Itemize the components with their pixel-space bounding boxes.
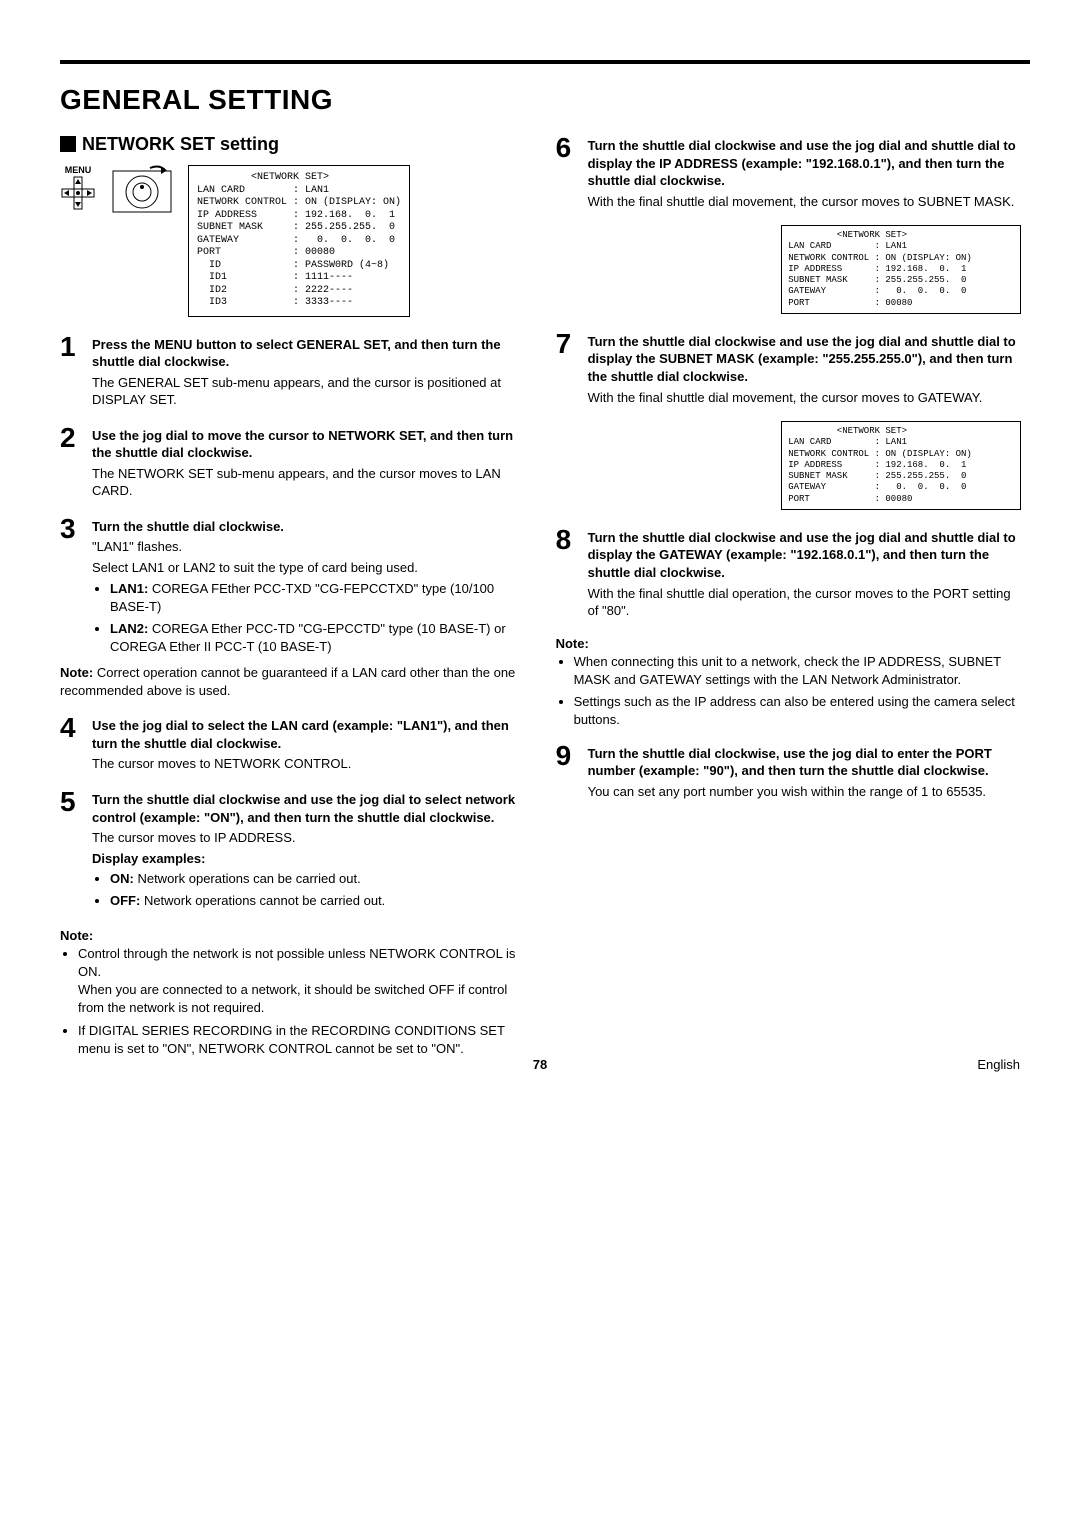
note-block-a: Note: Control through the network is not… — [60, 927, 526, 1058]
step-text: "LAN1" flashes. — [92, 538, 526, 556]
top-rule — [60, 60, 1030, 64]
menu-button-icon: MENU — [60, 165, 96, 211]
step-5: 5 Turn the shuttle dial clockwise and us… — [60, 788, 526, 915]
step-1: 1 Press the MENU button to select GENERA… — [60, 333, 526, 412]
step-number: 5 — [60, 788, 84, 816]
list-item: ON: Network operations can be carried ou… — [110, 870, 526, 888]
list-item: LAN1: COREGA FEther PCC-TXD "CG-FEPCCTXD… — [110, 580, 526, 616]
bullet-list: LAN1: COREGA FEther PCC-TXD "CG-FEPCCTXD… — [110, 580, 526, 657]
step-number: 7 — [556, 330, 580, 358]
dpad-icon — [60, 175, 96, 211]
page-number: 78 — [0, 1057, 1080, 1072]
list-item: Control through the network is not possi… — [78, 945, 526, 1018]
step-text: With the final shuttle dial operation, t… — [588, 585, 1022, 620]
note-label: Note: — [556, 635, 1022, 653]
step-lead: Turn the shuttle dial clockwise and use … — [588, 137, 1022, 190]
step-body: Turn the shuttle dial clockwise and use … — [588, 526, 1022, 623]
bullet-list: ON: Network operations can be carried ou… — [110, 870, 526, 910]
list-item: Settings such as the IP address can also… — [574, 693, 1022, 729]
step-body: Use the jog dial to move the cursor to N… — [92, 424, 526, 503]
step-number: 2 — [60, 424, 84, 452]
step-number: 3 — [60, 515, 84, 543]
list-item: OFF: Network operations cannot be carrie… — [110, 892, 526, 910]
bullet-list: When connecting this unit to a network, … — [574, 653, 1022, 730]
step-body: Use the jog dial to select the LAN card … — [92, 714, 526, 776]
step-lead: Use the jog dial to select the LAN card … — [92, 717, 526, 752]
step-text: You can set any port number you wish wit… — [588, 783, 1022, 801]
step-lead: Turn the shuttle dial clockwise, use the… — [588, 745, 1022, 780]
network-set-screen-6: <NETWORK SET> LAN CARD : LAN1 NETWORK CO… — [781, 225, 1021, 314]
step-lead: Turn the shuttle dial clockwise. — [92, 518, 526, 536]
step-text: The NETWORK SET sub-menu appears, and th… — [92, 465, 526, 500]
step-number: 8 — [556, 526, 580, 554]
step-2: 2 Use the jog dial to move the cursor to… — [60, 424, 526, 503]
content-columns: NETWORK SET setting MENU — [60, 134, 1030, 1062]
step-lead: Turn the shuttle dial clockwise and use … — [588, 529, 1022, 582]
network-set-screen-7: <NETWORK SET> LAN CARD : LAN1 NETWORK CO… — [781, 421, 1021, 510]
note-label: Note: — [60, 927, 526, 945]
step-text: With the final shuttle dial movement, th… — [588, 389, 1022, 407]
display-examples-label: Display examples: — [92, 850, 526, 868]
left-column: NETWORK SET setting MENU — [60, 134, 526, 1062]
step-text: With the final shuttle dial movement, th… — [588, 193, 1022, 211]
step-4: 4 Use the jog dial to select the LAN car… — [60, 714, 526, 776]
step-3: 3 Turn the shuttle dial clockwise. "LAN1… — [60, 515, 526, 702]
step-7: 7 Turn the shuttle dial clockwise and us… — [556, 330, 1022, 409]
page-language: English — [977, 1057, 1020, 1072]
intro-icons-row: MENU — [60, 165, 526, 317]
step-body: Press the MENU button to select GENERAL … — [92, 333, 526, 412]
step-text: The cursor moves to NETWORK CONTROL. — [92, 755, 526, 773]
step-body: Turn the shuttle dial clockwise and use … — [92, 788, 526, 915]
shuttle-dial-icon — [112, 165, 172, 213]
step-lead: Turn the shuttle dial clockwise and use … — [92, 791, 526, 826]
step-lead: Turn the shuttle dial clockwise and use … — [588, 333, 1022, 386]
menu-label: MENU — [65, 165, 92, 175]
note-block-b: Note: When connecting this unit to a net… — [556, 635, 1022, 730]
step-lead: Press the MENU button to select GENERAL … — [92, 336, 526, 371]
section-title: NETWORK SET setting — [60, 134, 526, 155]
step-lead: Use the jog dial to move the cursor to N… — [92, 427, 526, 462]
step-6: 6 Turn the shuttle dial clockwise and us… — [556, 134, 1022, 213]
step-text: The GENERAL SET sub-menu appears, and th… — [92, 374, 526, 409]
step-body: Turn the shuttle dial clockwise. "LAN1" … — [92, 515, 526, 702]
note-text: Note: Correct operation cannot be guaran… — [60, 664, 526, 699]
page-title: GENERAL SETTING — [60, 84, 1030, 116]
step-number: 1 — [60, 333, 84, 361]
step-text: The cursor moves to IP ADDRESS. — [92, 829, 526, 847]
dial-icon-box — [112, 165, 172, 213]
step-number: 6 — [556, 134, 580, 162]
list-item: When connecting this unit to a network, … — [574, 653, 1022, 689]
step-text: Select LAN1 or LAN2 to suit the type of … — [92, 559, 526, 577]
right-column: 6 Turn the shuttle dial clockwise and us… — [556, 134, 1022, 1062]
step-body: Turn the shuttle dial clockwise, use the… — [588, 742, 1022, 804]
step-number: 4 — [60, 714, 84, 742]
section-bullet-icon — [60, 136, 76, 152]
step-body: Turn the shuttle dial clockwise and use … — [588, 134, 1022, 213]
list-item: LAN2: COREGA Ether PCC-TD "CG-EPCCTD" ty… — [110, 620, 526, 656]
list-item: If DIGITAL SERIES RECORDING in the RECOR… — [78, 1022, 526, 1058]
step-8: 8 Turn the shuttle dial clockwise and us… — [556, 526, 1022, 623]
bullet-list: Control through the network is not possi… — [78, 945, 526, 1058]
step-body: Turn the shuttle dial clockwise and use … — [588, 330, 1022, 409]
network-set-screen-main: <NETWORK SET> LAN CARD : LAN1 NETWORK CO… — [188, 165, 410, 317]
step-9: 9 Turn the shuttle dial clockwise, use t… — [556, 742, 1022, 804]
section-title-text: NETWORK SET setting — [82, 134, 279, 154]
step-number: 9 — [556, 742, 580, 770]
